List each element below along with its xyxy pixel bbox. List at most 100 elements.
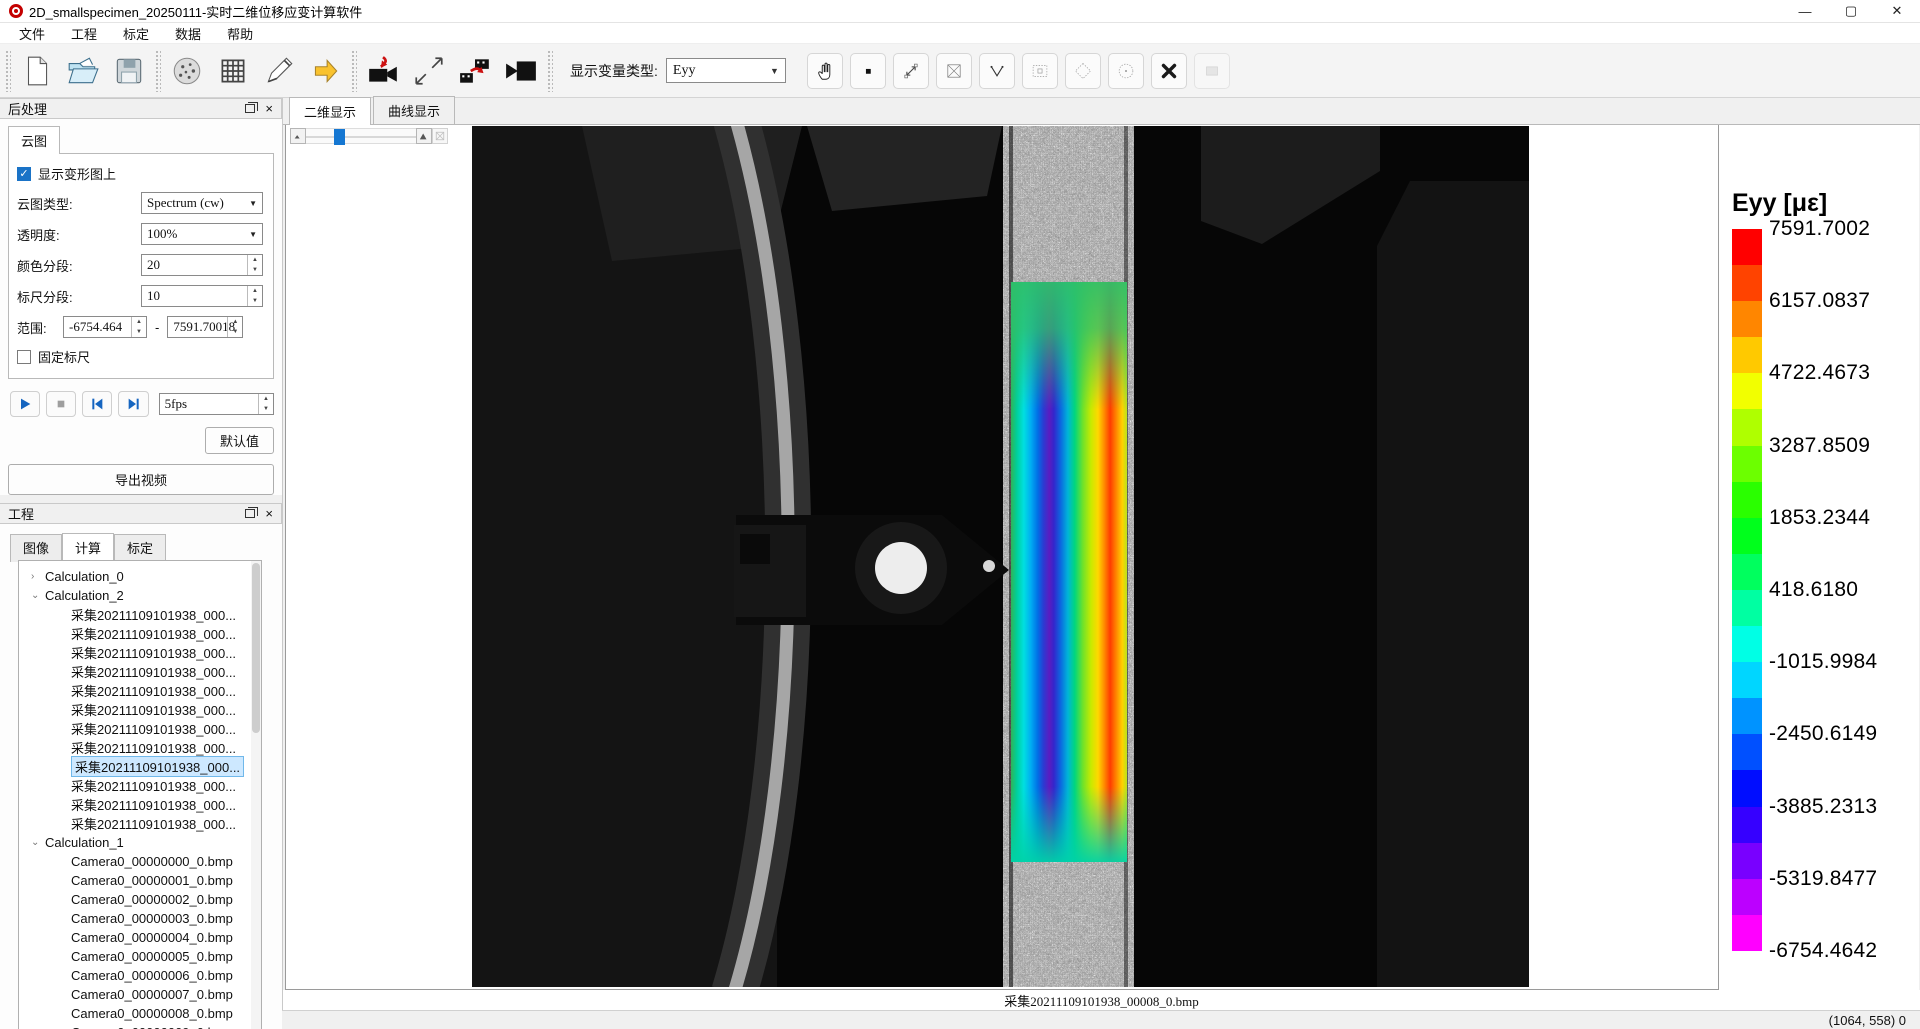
circle-roi-button[interactable] xyxy=(1108,53,1144,89)
minimize-button[interactable]: — xyxy=(1782,0,1828,22)
image-canvas[interactable] xyxy=(285,125,1719,990)
fps-spinner[interactable]: 5fps▲▼ xyxy=(159,393,274,415)
menu-item[interactable]: 标定 xyxy=(110,24,162,43)
chevron-right-icon[interactable]: › xyxy=(31,571,45,582)
chevron-down-icon[interactable]: ⌄ xyxy=(31,590,45,601)
expand-view-button[interactable] xyxy=(406,48,452,94)
scale-segments-label: 标尺分段: xyxy=(17,287,141,306)
tree-item[interactable]: 采集20211109101938_000... xyxy=(19,681,261,700)
speckle-image-button[interactable] xyxy=(164,48,210,94)
tree-item[interactable]: 采集20211109101938_000... xyxy=(19,662,261,681)
tree-item[interactable]: 采集20211109101938_000... xyxy=(19,776,261,795)
play-button[interactable] xyxy=(10,391,40,417)
dock-float-icon[interactable] xyxy=(245,509,255,518)
display-variable-select[interactable]: Eyy ▼ xyxy=(666,58,786,83)
color-segments-spinner[interactable]: 20▲▼ xyxy=(141,254,263,276)
tree-item[interactable]: Camera0_00000008_0.bmp xyxy=(19,1004,261,1023)
cloud-type-select[interactable]: Spectrum (cw)▼ xyxy=(141,192,263,214)
view-tab-曲线显示[interactable]: 曲线显示 xyxy=(373,96,455,124)
angle-tool-button[interactable] xyxy=(979,53,1015,89)
close-button[interactable]: ✕ xyxy=(1874,0,1920,22)
tree-item[interactable]: 采集20211109101938_000... xyxy=(19,700,261,719)
specimen-image[interactable] xyxy=(472,126,1529,987)
menu-item[interactable]: 帮助 xyxy=(214,24,266,43)
zoom-reset-button[interactable] xyxy=(432,128,448,144)
last-frame-button[interactable] xyxy=(118,391,148,417)
calibration-grid-button[interactable] xyxy=(210,48,256,94)
tree-item[interactable]: Camera0_00000002_0.bmp xyxy=(19,890,261,909)
tree-item[interactable]: Camera0_00000009_0.bmp xyxy=(19,1023,261,1029)
next-step-button[interactable] xyxy=(302,48,348,94)
camera-capture-button[interactable] xyxy=(360,48,406,94)
project-dock-title: 工程 xyxy=(8,504,34,523)
default-values-button[interactable]: 默认值 xyxy=(205,427,274,454)
tree-item[interactable]: 采集20211109101938_000... xyxy=(19,795,261,814)
project-tab-标定[interactable]: 标定 xyxy=(114,534,166,562)
tree-item-label: 采集20211109101938_000... xyxy=(71,738,236,757)
chevron-down-icon[interactable]: ⌄ xyxy=(31,837,45,848)
project-tab-计算[interactable]: 计算 xyxy=(62,533,114,561)
menu-item[interactable]: 文件 xyxy=(6,24,58,43)
tree-item[interactable]: Camera0_00000000_0.bmp xyxy=(19,852,261,871)
pan-tool-button[interactable] xyxy=(807,53,843,89)
vee-icon xyxy=(986,60,1008,82)
menu-item[interactable]: 工程 xyxy=(58,24,110,43)
tree-item[interactable]: Camera0_00000001_0.bmp xyxy=(19,871,261,890)
tree-node[interactable]: ⌄Calculation_2 xyxy=(19,586,261,605)
diamond-select-icon xyxy=(1072,60,1094,82)
zoom-extents-button[interactable] xyxy=(893,53,929,89)
dock-float-icon[interactable] xyxy=(245,104,255,113)
region-cross-button[interactable] xyxy=(936,53,972,89)
maximize-button[interactable]: ▢ xyxy=(1828,0,1874,22)
save-button[interactable] xyxy=(106,48,152,94)
tree-item[interactable]: 采集20211109101938_000... xyxy=(19,738,261,757)
tree-item[interactable]: Camera0_00000003_0.bmp xyxy=(19,909,261,928)
show-deformed-checkbox[interactable]: ✓ xyxy=(17,167,31,181)
opacity-select[interactable]: 100%▼ xyxy=(141,223,263,245)
tree-item-selected[interactable]: 采集20211109101938_000... xyxy=(19,757,261,776)
diamond-roi-button[interactable] xyxy=(1065,53,1101,89)
export-video-button[interactable]: 导出视频 xyxy=(8,464,274,495)
stop-button[interactable] xyxy=(46,391,76,417)
project-tab-图像[interactable]: 图像 xyxy=(10,534,62,562)
tree-node[interactable]: ⌄Calculation_1 xyxy=(19,833,261,852)
zoom-slider-handle[interactable] xyxy=(334,129,345,145)
tree-node[interactable]: ›Calculation_0 xyxy=(19,567,261,586)
delete-roi-button[interactable] xyxy=(1151,53,1187,89)
point-tool-button[interactable] xyxy=(850,53,886,89)
tree-item[interactable]: Camera0_00000005_0.bmp xyxy=(19,947,261,966)
range-max-spinner[interactable]: 7591.70018▲▼ xyxy=(167,316,243,338)
zoom-out-button[interactable] xyxy=(290,128,306,144)
hand-icon xyxy=(814,60,836,82)
speckle-icon xyxy=(170,54,204,88)
scale-segments-spinner[interactable]: 10▲▼ xyxy=(141,285,263,307)
tree-item[interactable]: 采集20211109101938_000... xyxy=(19,719,261,738)
tree-scrollbar-thumb[interactable] xyxy=(252,563,260,733)
zoom-in-button[interactable] xyxy=(416,128,432,144)
range-min-spinner[interactable]: -6754.464▲▼ xyxy=(63,316,147,338)
menu-item[interactable]: 数据 xyxy=(162,24,214,43)
tree-item[interactable]: Camera0_00000007_0.bmp xyxy=(19,985,261,1004)
view-tab-二维显示[interactable]: 二维显示 xyxy=(289,97,371,125)
tree-item[interactable]: 采集20211109101938_000... xyxy=(19,624,261,643)
zoom-control xyxy=(290,128,448,144)
tab-cloud-map[interactable]: 云图 xyxy=(8,126,60,154)
tree-item-label: 采集20211109101938_000... xyxy=(71,662,236,681)
open-project-button[interactable] xyxy=(60,48,106,94)
tree-item[interactable]: 采集20211109101938_000... xyxy=(19,643,261,662)
tree-scrollbar[interactable] xyxy=(251,561,261,1029)
batch-calculate-button[interactable] xyxy=(452,48,498,94)
tree-item[interactable]: Camera0_00000006_0.bmp xyxy=(19,966,261,985)
first-frame-button[interactable] xyxy=(82,391,112,417)
zoom-slider[interactable] xyxy=(306,128,416,144)
new-document-button[interactable] xyxy=(14,48,60,94)
fixed-scale-checkbox[interactable] xyxy=(17,350,31,364)
video-record-button[interactable] xyxy=(498,48,544,94)
dock-close-icon[interactable]: × xyxy=(265,104,273,114)
draw-line-button[interactable] xyxy=(256,48,302,94)
dock-close-icon[interactable]: × xyxy=(265,509,273,519)
tree-item[interactable]: Camera0_00000004_0.bmp xyxy=(19,928,261,947)
tree-item[interactable]: 采集20211109101938_000... xyxy=(19,605,261,624)
rect-roi-button[interactable] xyxy=(1022,53,1058,89)
tree-item[interactable]: 采集20211109101938_000... xyxy=(19,814,261,833)
